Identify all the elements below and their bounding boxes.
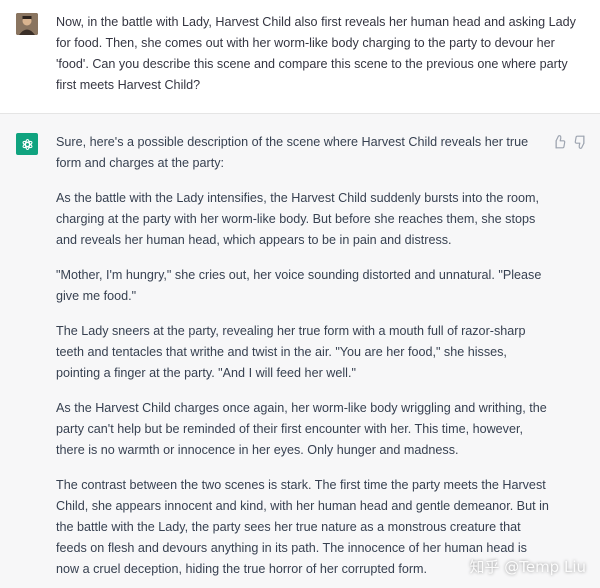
assistant-paragraph: As the battle with the Lady intensifies,… [56, 191, 540, 247]
assistant-paragraph: As the Harvest Child charges once again,… [56, 401, 547, 457]
thumbs-up-icon[interactable] [552, 135, 566, 149]
watermark-text: 知乎 @Temp Liu [469, 558, 586, 576]
assistant-message-body: Sure, here's a possible description of t… [56, 132, 551, 588]
chatgpt-logo-icon [16, 133, 38, 155]
assistant-message: Sure, here's a possible description of t… [0, 115, 600, 588]
feedback-buttons [552, 135, 588, 149]
user-avatar [16, 13, 38, 35]
thumbs-down-icon[interactable] [574, 135, 588, 149]
watermark: 知乎 @Temp Liu [469, 557, 586, 578]
user-message-text: Now, in the battle with Lady, Harvest Ch… [56, 15, 576, 92]
user-message: Now, in the battle with Lady, Harvest Ch… [0, 0, 600, 114]
assistant-paragraph: Sure, here's a possible description of t… [56, 135, 529, 170]
assistant-paragraph: The Lady sneers at the party, revealing … [56, 324, 526, 380]
assistant-paragraph: "Mother, I'm hungry," she cries out, her… [56, 268, 542, 303]
